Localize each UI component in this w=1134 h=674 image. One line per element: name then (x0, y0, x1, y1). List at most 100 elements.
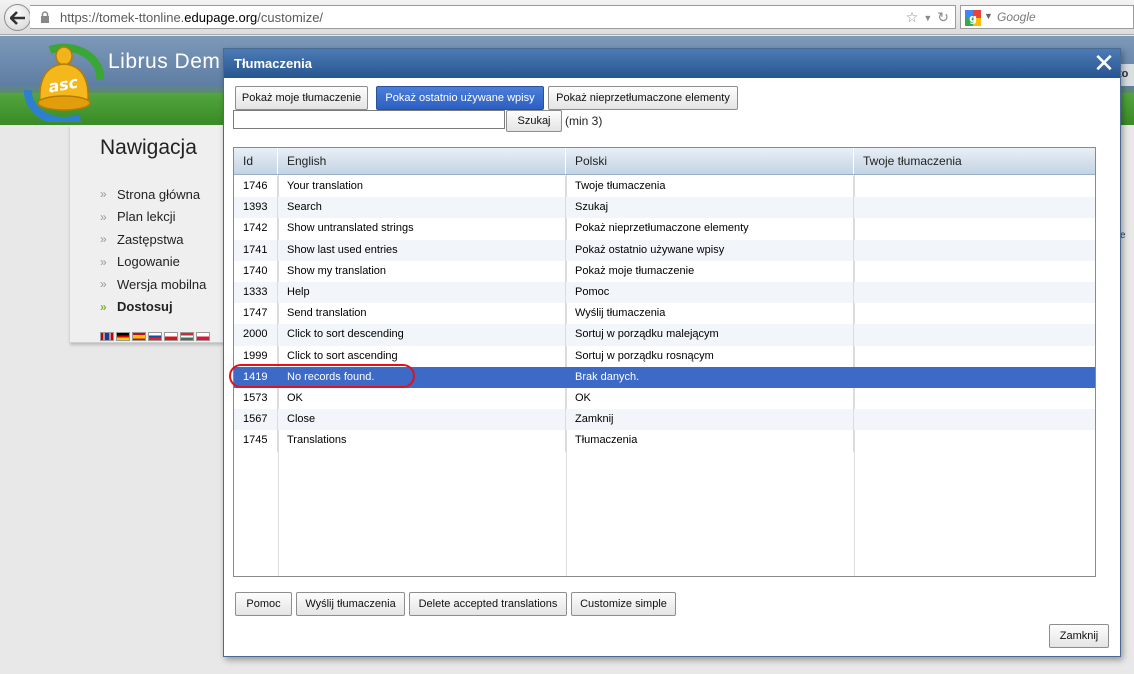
column-header-id[interactable]: Id (234, 148, 278, 174)
cell-id: 1567 (234, 409, 278, 431)
help-button[interactable]: Pomoc (235, 592, 292, 616)
cell-english: Your translation (278, 176, 566, 198)
customize-simple-button[interactable]: Customize simple (571, 592, 676, 616)
cell-id: 1745 (234, 430, 278, 452)
back-button[interactable] (4, 4, 31, 31)
flag-hu-icon[interactable] (180, 332, 194, 341)
nav-item-label: Plan lekcji (117, 209, 176, 225)
dropdown-arrow-icon[interactable]: ▼ (923, 13, 932, 23)
cell-yours[interactable] (854, 197, 1095, 218)
nav-item-plan-lekcji[interactable]: » Plan lekcji (100, 206, 206, 229)
table-row[interactable]: 1747 Send translation Wyślij tłumaczenia (234, 303, 1095, 325)
nav-item-wersja-mobilna[interactable]: » Wersja mobilna (100, 273, 206, 296)
search-button[interactable]: Szukaj (506, 110, 562, 132)
cell-polski: Sortuj w porządku rosnącym (566, 345, 854, 367)
cell-id: 1747 (234, 303, 278, 325)
svg-text:g: g (969, 12, 977, 25)
nav-item-strona-glowna[interactable]: » Strona główna (100, 183, 206, 206)
table-row[interactable]: 1742 Show untranslated strings Pokaż niepr… (234, 218, 1095, 240)
cell-english: Search (278, 197, 566, 219)
cell-yours[interactable] (854, 409, 1095, 430)
cell-id: 1740 (234, 260, 278, 282)
cell-polski: Twoje tłumaczenia (566, 176, 854, 198)
column-header-polski[interactable]: Polski (566, 148, 854, 174)
nav-arrow-icon: » (100, 277, 107, 292)
cell-yours[interactable] (854, 240, 1095, 261)
cell-id: 1746 (234, 176, 278, 198)
cell-polski: OK (566, 388, 854, 410)
flag-pl-icon[interactable] (196, 332, 210, 341)
cell-english: Click to sort descending (278, 324, 566, 346)
lock-icon (41, 11, 49, 23)
tab-show-last-used[interactable]: Pokaż ostatnio używane wpisy (376, 86, 544, 110)
cell-yours[interactable] (854, 176, 1095, 197)
address-bar[interactable]: https://tomek-ttonline.edupage.org/custo… (30, 5, 956, 29)
flag-sk-icon[interactable] (148, 332, 162, 341)
flag-cz-icon[interactable] (164, 332, 178, 341)
cell-id: 1333 (234, 282, 278, 304)
close-button[interactable]: Zamknij (1049, 624, 1109, 648)
cell-yours[interactable] (854, 218, 1095, 239)
reload-icon[interactable]: ↻ (937, 9, 949, 26)
nav-title: Nawigacja (100, 136, 197, 159)
table-row[interactable]: 1746 Your translation Twoje tłumaczenia (234, 176, 1095, 198)
cell-yours[interactable] (854, 388, 1095, 409)
cell-english: OK (278, 388, 566, 410)
cell-yours[interactable] (854, 346, 1095, 367)
nav-arrow-icon: » (100, 232, 107, 247)
close-icon[interactable]: ✕ (1092, 50, 1116, 76)
table-row[interactable]: 2000 Click to sort descending Sortuj w por… (234, 324, 1095, 346)
cell-polski: Sortuj w porządku malejącym (566, 324, 854, 346)
navigation-panel: Nawigacja » Strona główna » Plan lekcji » Z… (70, 125, 230, 343)
nav-item-dostosuj[interactable]: » Dostosuj (100, 296, 206, 319)
table-row[interactable]: 1393 Search Szukaj (234, 197, 1095, 219)
url-suffix: /customize/ (257, 10, 324, 25)
url-controls: ☆ ▼ ↻ (906, 9, 949, 26)
dialog-titlebar: Tłumaczenia ✕ (224, 49, 1120, 78)
cell-polski: Zamknij (566, 409, 854, 431)
delete-accepted-button[interactable]: Delete accepted translations (409, 592, 567, 616)
site-title: Librus Dem (108, 50, 221, 73)
tab-show-my-translation[interactable]: Pokaż moje tłumaczenie (235, 86, 368, 110)
cell-yours[interactable] (854, 324, 1095, 345)
cell-yours[interactable] (854, 282, 1095, 303)
table-row[interactable]: 1745 Translations Tłumaczenia (234, 430, 1095, 452)
nav-item-zastepstwa[interactable]: » Zastępstwa (100, 228, 206, 251)
url-prefix: https://tomek-ttonline. (60, 10, 185, 25)
table-row[interactable]: 1740 Show my translation Pokaż moje tłumac… (234, 260, 1095, 282)
translations-dialog: Tłumaczenia ✕ Pokaż moje tłumaczenie Pok… (223, 48, 1121, 657)
nav-arrow-icon: » (100, 187, 107, 202)
tab-show-untranslated[interactable]: Pokaż nieprzetłumaczone elementy (548, 86, 738, 110)
send-translation-button[interactable]: Wyślij tłumaczenia (296, 592, 405, 616)
nav-item-label: Dostosuj (117, 299, 173, 315)
column-header-yours[interactable]: Twoje tłumaczenia (854, 148, 1095, 174)
web-search-box[interactable]: g ▼ Google (960, 5, 1134, 29)
annotation-ring (229, 364, 415, 388)
column-header-english[interactable]: English (278, 148, 566, 174)
search-input[interactable] (233, 110, 505, 129)
cell-english: Show untranslated strings (278, 218, 566, 240)
table-row[interactable]: 1573 OK OK (234, 388, 1095, 410)
table-row[interactable]: 1741 Show last used entries Pokaż ostatnio… (234, 239, 1095, 261)
cell-yours[interactable] (854, 430, 1095, 451)
cell-english: Translations (278, 430, 566, 452)
search-engine-dropdown-icon[interactable]: ▼ (984, 11, 993, 21)
cell-polski: Pokaż nieprzetłumaczone elementy (566, 218, 854, 240)
cell-yours[interactable] (854, 367, 1095, 388)
nav-item-logowanie[interactable]: » Logowanie (100, 251, 206, 274)
nav-item-label: Zastępstwa (117, 231, 184, 247)
table-header: Id English Polski Twoje tłumaczenia (234, 148, 1095, 175)
nav-item-label: Wersja mobilna (117, 276, 207, 292)
cell-id: 1393 (234, 197, 278, 219)
flag-uk-icon[interactable] (100, 332, 114, 341)
flag-es-icon[interactable] (132, 332, 146, 341)
search-hint: (min 3) (565, 114, 603, 128)
flag-de-icon[interactable] (116, 332, 130, 341)
cell-yours[interactable] (854, 261, 1095, 282)
translations-table: Id English Polski Twoje tłumaczenia 1746… (233, 147, 1096, 577)
bookmark-star-icon[interactable]: ☆ (906, 9, 919, 26)
cell-yours[interactable] (854, 303, 1095, 324)
table-row[interactable]: 1333 Help Pomoc (234, 282, 1095, 304)
nav-item-label: Logowanie (117, 254, 180, 270)
table-row[interactable]: 1567 Close Zamknij (234, 409, 1095, 431)
